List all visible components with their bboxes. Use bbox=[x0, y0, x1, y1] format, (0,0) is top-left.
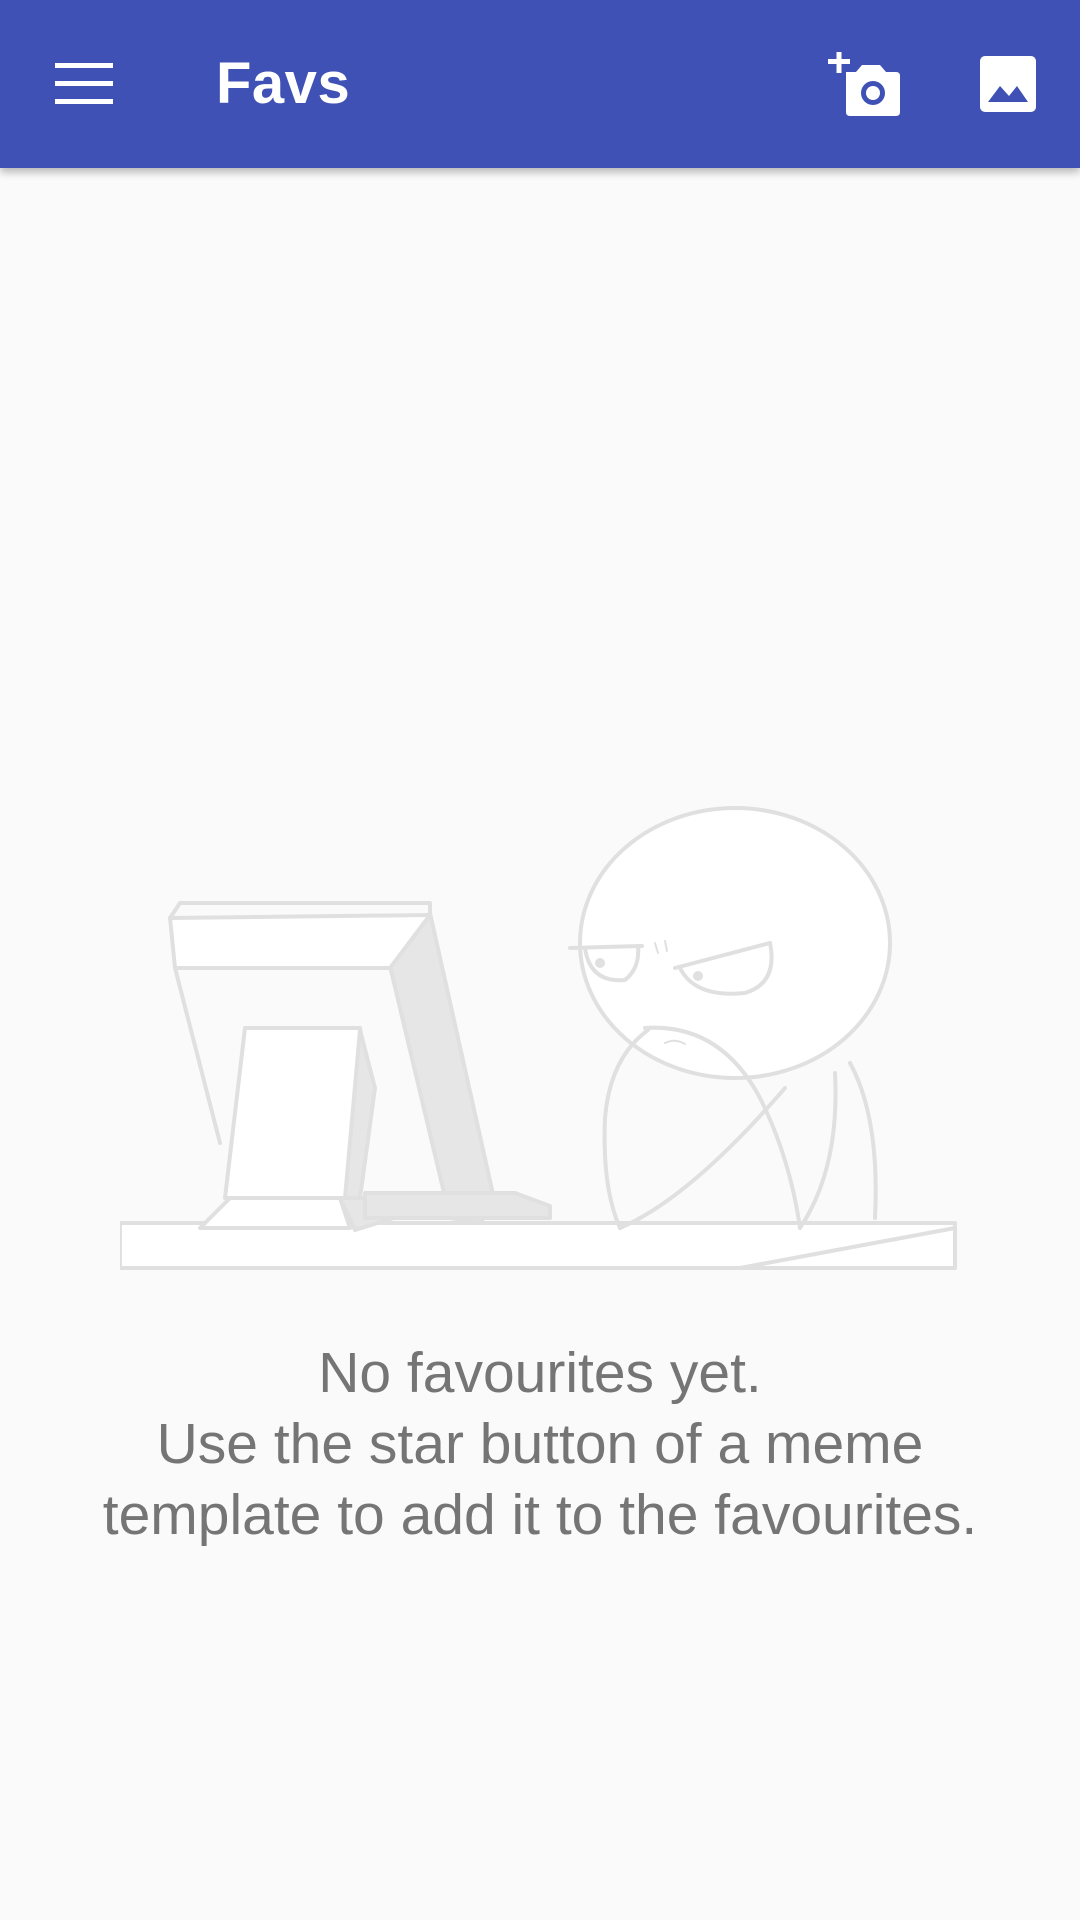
hamburger-menu-icon bbox=[55, 63, 113, 104]
add-photo-camera-icon bbox=[828, 52, 900, 116]
app-toolbar: Favs bbox=[0, 0, 1080, 168]
toolbar-title: Favs bbox=[216, 51, 351, 116]
app-screen: Favs No favourites yet. Use the star but… bbox=[0, 0, 1080, 1920]
empty-favourites-state: No favourites yet. Use the star button o… bbox=[0, 168, 1080, 1920]
menu-button[interactable] bbox=[28, 28, 140, 140]
empty-favourites-message: No favourites yet. Use the star button o… bbox=[90, 1338, 990, 1551]
image-gallery-icon bbox=[980, 56, 1036, 112]
computer-guy-meme-icon bbox=[120, 806, 957, 1270]
add-photo-button[interactable] bbox=[808, 28, 920, 140]
empty-message-line-1: No favourites yet. bbox=[318, 1341, 762, 1405]
gallery-button[interactable] bbox=[952, 28, 1064, 140]
empty-message-line-2: Use the star button of a meme template t… bbox=[102, 1412, 978, 1547]
